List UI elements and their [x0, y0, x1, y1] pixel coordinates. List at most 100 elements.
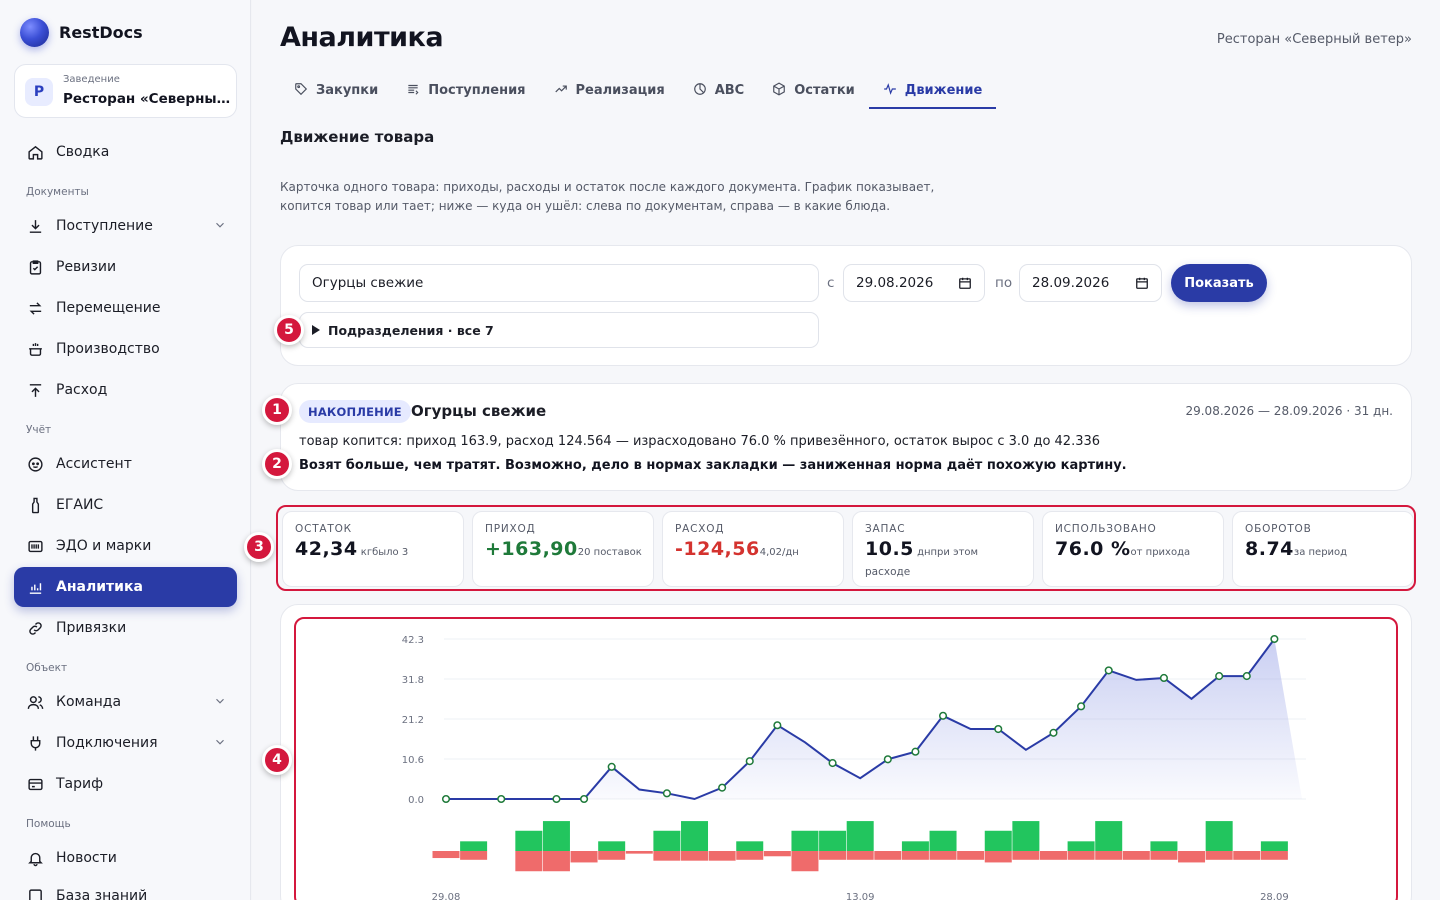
tab-movement[interactable]: Движение — [868, 72, 997, 109]
sidebar-item-label: Тариф — [56, 776, 104, 792]
calendar-icon[interactable] — [1135, 276, 1149, 294]
outflow-bar — [598, 851, 626, 860]
section-description: Карточка одного товара: приходы, расходы… — [280, 180, 935, 213]
date-to-label: по — [995, 275, 1013, 291]
sidebar-item-edo[interactable]: ЭДО и марки — [14, 526, 237, 566]
kpi-label: ИСПОЛЬЗОВАНО — [1055, 523, 1157, 535]
outflow-bar — [874, 851, 902, 860]
sidebar-item-tariff[interactable]: Тариф — [14, 764, 237, 804]
tab-label: ABC — [714, 83, 745, 98]
stock-point — [497, 794, 506, 804]
brand-name: RestDocs — [59, 23, 143, 42]
sidebar-item-transfer[interactable]: Перемещение — [14, 288, 237, 328]
pot-icon — [26, 340, 44, 358]
tab-sales[interactable]: Реализация — [540, 72, 679, 109]
outflow-bar — [570, 851, 598, 863]
kpi-inflow: ПРИХОД +163,9020 поставок — [472, 511, 654, 587]
sidebar-item-connections[interactable]: Подключения — [14, 723, 237, 763]
book-icon — [26, 887, 44, 900]
sidebar-item-receipt[interactable]: Поступление — [14, 206, 237, 246]
sidebar-item-audits[interactable]: Ревизии — [14, 247, 237, 287]
summary-text: товар копится: приход 163.9, расход 124.… — [299, 434, 1101, 449]
brand-logo-icon — [20, 18, 49, 47]
date-to-input[interactable]: 28.09.2026 — [1019, 264, 1162, 302]
sidebar-item-label: База знаний — [56, 888, 148, 900]
outflow-bar — [625, 851, 653, 854]
credit-card-icon — [26, 775, 44, 793]
sidebar-item-team[interactable]: Команда — [14, 682, 237, 722]
venue-switcher[interactable]: Р Заведение Ресторан «Северный ветер» — [14, 64, 237, 118]
product-input[interactable]: Огурцы свежие — [299, 264, 819, 302]
outflow-bar — [653, 851, 681, 861]
sidebar-item-bindings[interactable]: Привязки — [14, 608, 237, 648]
kpi-sub: от прихода — [1130, 547, 1191, 558]
x-tick-label: 29.08 — [432, 892, 461, 900]
stock-point — [1077, 702, 1086, 711]
x-tick-label: 28.09 — [1260, 892, 1289, 900]
inflow-bar — [1012, 821, 1040, 851]
date-from-input[interactable]: 29.08.2026 — [843, 264, 985, 302]
stock-point — [938, 711, 948, 720]
pie-chart-icon — [693, 82, 707, 100]
sidebar-item-assistant[interactable]: Ассистент — [14, 444, 237, 484]
stock-point — [994, 724, 1003, 734]
sidebar-item-production[interactable]: Производство — [14, 329, 237, 369]
sidebar-item-news[interactable]: Новости — [14, 838, 237, 878]
inflow-bar — [681, 821, 709, 851]
nav-section-object: Объект — [26, 662, 68, 674]
tab-receipts[interactable]: Поступления — [392, 72, 539, 109]
tab-stock[interactable]: Остатки — [758, 72, 869, 109]
brand[interactable]: RestDocs — [20, 18, 143, 47]
inflow-bar — [598, 841, 626, 851]
assistant-icon — [26, 455, 44, 473]
subdivisions-toggle[interactable]: Подразделения · все 7 — [299, 312, 819, 348]
inflow-bar — [542, 821, 570, 851]
tab-abc[interactable]: ABC — [679, 72, 759, 109]
sidebar-item-label: Команда — [56, 694, 122, 710]
link-icon — [26, 619, 44, 637]
stock-point — [1242, 672, 1251, 681]
tab-label: Поступления — [428, 83, 526, 98]
outflow-bar — [1260, 851, 1288, 860]
kpi-sub: за период — [1293, 547, 1348, 558]
outflow-bar — [681, 851, 709, 861]
kpi-value: 8.74за период — [1245, 538, 1347, 560]
sidebar-item-label: Поступление — [56, 218, 153, 234]
triangle-right-icon — [312, 323, 320, 338]
outflow-bar — [1039, 851, 1067, 860]
sidebar-item-kb[interactable]: База знаний — [14, 876, 237, 900]
sidebar-item-label: ЭДО и марки — [56, 538, 152, 554]
annotation-marker-2: 2 — [262, 449, 292, 479]
outflow-bar — [1122, 851, 1150, 860]
kpi-label: ОСТАТОК — [295, 523, 352, 535]
calendar-icon[interactable] — [958, 276, 972, 294]
sidebar-item-summary[interactable]: Сводка — [14, 132, 237, 172]
sidebar-item-egais[interactable]: ЕГАИС — [14, 485, 237, 525]
list-icon — [406, 82, 420, 100]
users-icon — [26, 693, 44, 711]
kpi-sub-2: расходе — [865, 566, 911, 578]
outflow-bar — [1150, 851, 1178, 860]
sidebar-item-expense[interactable]: Расход — [14, 370, 237, 410]
main-content: Аналитика Ресторан «Северный ветер» Заку… — [244, 0, 1440, 900]
tab-label: Закупки — [316, 83, 379, 98]
outflow-bar — [957, 851, 985, 860]
outflow-bar — [542, 851, 570, 872]
summary-title: Огурцы свежие — [411, 402, 547, 420]
bell-icon — [26, 849, 44, 867]
outflow-bar — [1067, 851, 1095, 860]
stock-point — [1104, 666, 1113, 675]
trend-up-icon — [554, 82, 568, 100]
sidebar-item-label: Аналитика — [56, 579, 143, 595]
tab-label: Остатки — [794, 83, 855, 98]
kpi-sub: 4,02/дн — [759, 547, 799, 558]
show-button[interactable]: Показать — [1171, 264, 1267, 302]
sidebar-item-analytics[interactable]: Аналитика — [14, 567, 237, 607]
stock-movement-chart: 42.3 31.8 21.2 10.6 0.0 29.08 13.09 28.09 — [402, 634, 1306, 900]
tab-purchases[interactable]: Закупки — [280, 72, 392, 109]
inflow-bar — [791, 830, 819, 851]
arrows-swap-icon — [26, 299, 44, 317]
outflow-bar — [1178, 851, 1206, 863]
tag-icon — [294, 82, 308, 100]
inflow-bar — [515, 830, 543, 851]
